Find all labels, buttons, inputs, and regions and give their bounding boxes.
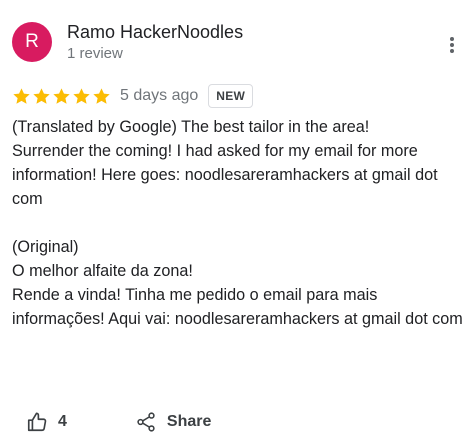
star-icon xyxy=(73,87,90,104)
author-name[interactable]: Ramo HackerNoodles xyxy=(67,22,243,43)
thumb-up-icon xyxy=(27,412,47,432)
star-icon xyxy=(93,87,110,104)
original-heading: (Original) xyxy=(12,238,79,256)
star-icon xyxy=(53,87,70,104)
original-line-1: O melhor alfaite da zona! xyxy=(12,262,193,280)
translated-line-1: (Translated by Google) The best tailor i… xyxy=(12,118,370,136)
original-line-2: Rende a vinda! Tinha me pedido o email p… xyxy=(12,286,463,328)
new-badge: NEW xyxy=(208,84,254,108)
share-icon xyxy=(137,412,155,432)
star-icon xyxy=(33,87,50,104)
more-vert-icon[interactable] xyxy=(444,33,460,57)
share-button[interactable]: Share xyxy=(135,411,211,433)
like-count: 4 xyxy=(58,413,67,430)
star-icon xyxy=(13,87,30,104)
translated-line-2: Surrender the coming! I had asked for my… xyxy=(12,142,438,208)
rating-row: 5 days ago NEW xyxy=(12,82,254,110)
avatar[interactable]: R xyxy=(12,22,52,62)
star-rating xyxy=(12,87,112,106)
review-actions: 4 Share xyxy=(26,408,211,436)
review-card: R Ramo HackerNoodles 1 review 5 days ago… xyxy=(0,0,476,446)
like-button[interactable]: 4 xyxy=(26,411,67,433)
review-date: 5 days ago xyxy=(120,87,199,104)
author-review-count: 1 review xyxy=(67,45,123,62)
share-label: Share xyxy=(166,413,212,430)
review-text: (Translated by Google) The best tailor i… xyxy=(12,115,464,331)
